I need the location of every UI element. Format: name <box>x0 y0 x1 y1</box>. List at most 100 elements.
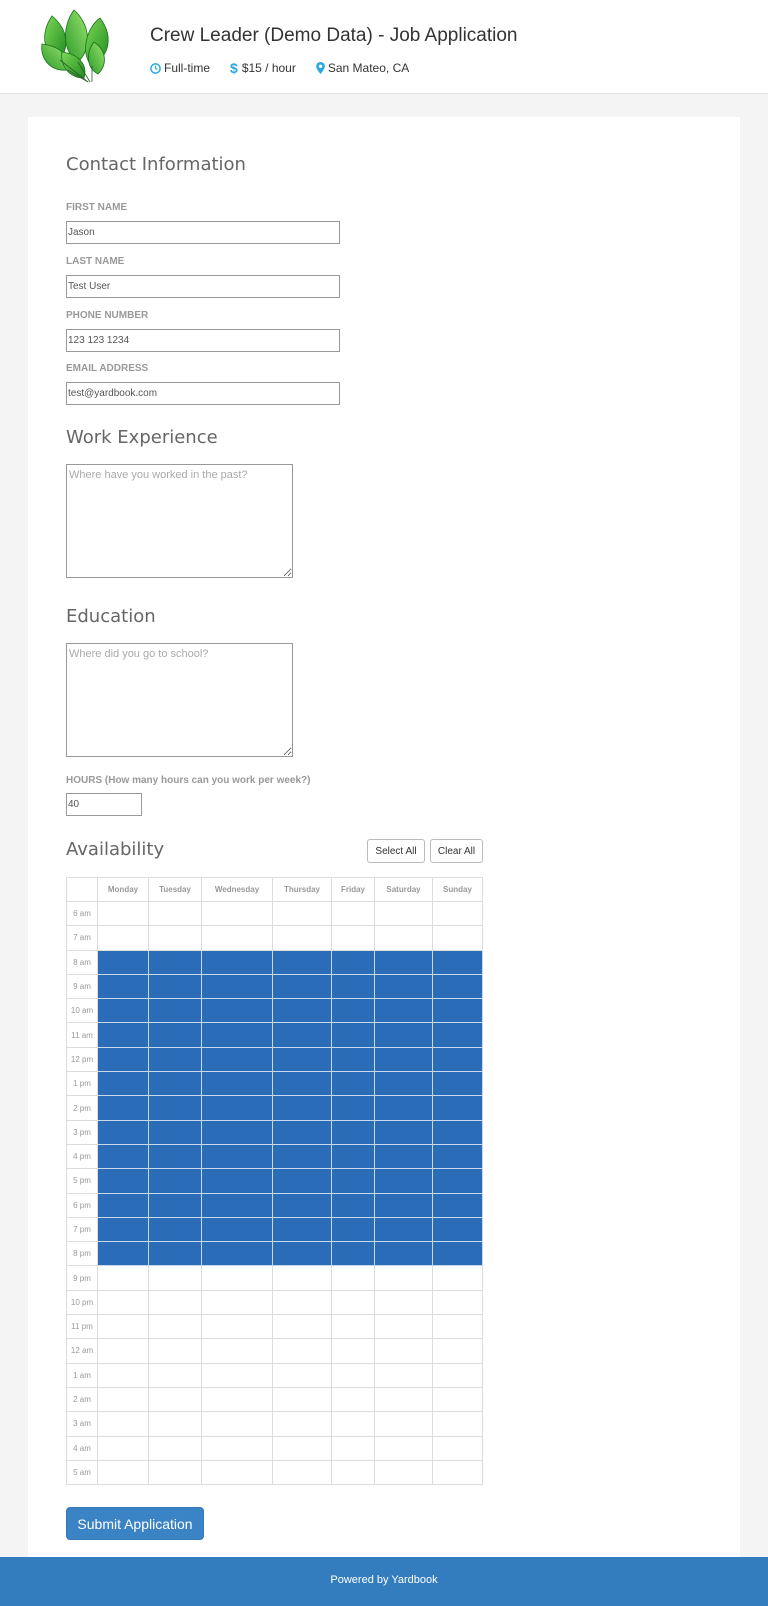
availability-slot-wednesday[interactable] <box>201 1143 273 1170</box>
availability-slot-saturday[interactable] <box>374 949 433 975</box>
availability-slot-saturday[interactable] <box>374 1362 433 1388</box>
availability-slot-tuesday[interactable] <box>148 1192 202 1218</box>
phone-input[interactable] <box>66 329 340 352</box>
availability-slot-sunday[interactable] <box>432 1022 483 1048</box>
availability-slot-sunday[interactable] <box>432 1289 483 1316</box>
availability-slot-thursday[interactable] <box>272 1168 332 1194</box>
availability-slot-tuesday[interactable] <box>148 1459 202 1486</box>
availability-slot-friday[interactable] <box>331 1265 375 1291</box>
availability-slot-sunday[interactable] <box>432 973 483 1000</box>
availability-slot-saturday[interactable] <box>374 1168 433 1194</box>
availability-slot-wednesday[interactable] <box>201 925 273 951</box>
availability-slot-sunday[interactable] <box>432 1168 483 1194</box>
availability-slot-sunday[interactable] <box>432 1095 483 1121</box>
availability-slot-friday[interactable] <box>331 1192 375 1218</box>
first-name-input[interactable] <box>66 221 340 244</box>
availability-slot-friday[interactable] <box>331 1362 375 1388</box>
availability-slot-wednesday[interactable] <box>201 1192 273 1218</box>
availability-slot-tuesday[interactable] <box>148 1168 202 1194</box>
availability-slot-tuesday[interactable] <box>148 1314 202 1340</box>
availability-slot-thursday[interactable] <box>272 1241 332 1267</box>
availability-slot-wednesday[interactable] <box>201 1338 273 1364</box>
availability-slot-wednesday[interactable] <box>201 1459 273 1486</box>
availability-slot-thursday[interactable] <box>272 1314 332 1340</box>
availability-slot-monday[interactable] <box>97 1362 149 1388</box>
availability-slot-tuesday[interactable] <box>148 1046 202 1073</box>
availability-slot-tuesday[interactable] <box>148 949 202 975</box>
availability-slot-tuesday[interactable] <box>148 1143 202 1170</box>
availability-slot-wednesday[interactable] <box>201 1095 273 1121</box>
availability-slot-saturday[interactable] <box>374 1338 433 1364</box>
availability-slot-wednesday[interactable] <box>201 1046 273 1073</box>
availability-slot-sunday[interactable] <box>432 1046 483 1073</box>
availability-slot-thursday[interactable] <box>272 1046 332 1073</box>
availability-slot-friday[interactable] <box>331 1241 375 1267</box>
availability-slot-sunday[interactable] <box>432 1192 483 1218</box>
availability-slot-friday[interactable] <box>331 1386 375 1413</box>
availability-slot-sunday[interactable] <box>432 1411 483 1437</box>
availability-slot-friday[interactable] <box>331 925 375 951</box>
availability-slot-monday[interactable] <box>97 1046 149 1073</box>
availability-slot-friday[interactable] <box>331 1143 375 1170</box>
work-experience-textarea[interactable] <box>66 464 293 578</box>
availability-slot-monday[interactable] <box>97 1192 149 1218</box>
availability-slot-tuesday[interactable] <box>148 1216 202 1243</box>
availability-slot-thursday[interactable] <box>272 1265 332 1291</box>
availability-slot-tuesday[interactable] <box>148 1119 202 1145</box>
availability-slot-saturday[interactable] <box>374 1386 433 1413</box>
availability-slot-thursday[interactable] <box>272 1192 332 1218</box>
availability-slot-sunday[interactable] <box>432 1314 483 1340</box>
availability-slot-tuesday[interactable] <box>148 925 202 951</box>
availability-slot-wednesday[interactable] <box>201 1265 273 1291</box>
availability-slot-thursday[interactable] <box>272 1459 332 1486</box>
availability-slot-tuesday[interactable] <box>148 1241 202 1267</box>
availability-slot-wednesday[interactable] <box>201 1216 273 1243</box>
availability-slot-thursday[interactable] <box>272 1289 332 1316</box>
availability-slot-thursday[interactable] <box>272 1022 332 1048</box>
availability-slot-thursday[interactable] <box>272 925 332 951</box>
availability-slot-thursday[interactable] <box>272 949 332 975</box>
availability-slot-tuesday[interactable] <box>148 1338 202 1364</box>
availability-slot-wednesday[interactable] <box>201 1168 273 1194</box>
availability-slot-tuesday[interactable] <box>148 973 202 1000</box>
availability-slot-monday[interactable] <box>97 1022 149 1048</box>
availability-slot-saturday[interactable] <box>374 1411 433 1437</box>
availability-slot-monday[interactable] <box>97 1435 149 1461</box>
availability-slot-thursday[interactable] <box>272 1435 332 1461</box>
availability-slot-saturday[interactable] <box>374 1192 433 1218</box>
last-name-input[interactable] <box>66 275 340 298</box>
availability-slot-monday[interactable] <box>97 1459 149 1486</box>
clear-all-button[interactable]: Clear All <box>430 839 483 863</box>
availability-slot-wednesday[interactable] <box>201 1022 273 1048</box>
availability-slot-wednesday[interactable] <box>201 973 273 1000</box>
availability-slot-monday[interactable] <box>97 1314 149 1340</box>
availability-slot-thursday[interactable] <box>272 973 332 1000</box>
availability-slot-thursday[interactable] <box>272 1411 332 1437</box>
availability-slot-friday[interactable] <box>331 900 375 927</box>
availability-slot-tuesday[interactable] <box>148 1435 202 1461</box>
availability-slot-monday[interactable] <box>97 998 149 1024</box>
availability-slot-friday[interactable] <box>331 1338 375 1364</box>
availability-slot-thursday[interactable] <box>272 1386 332 1413</box>
availability-slot-sunday[interactable] <box>432 949 483 975</box>
availability-slot-monday[interactable] <box>97 1071 149 1097</box>
availability-slot-sunday[interactable] <box>432 1143 483 1170</box>
availability-slot-wednesday[interactable] <box>201 1071 273 1097</box>
availability-slot-saturday[interactable] <box>374 1143 433 1170</box>
availability-slot-saturday[interactable] <box>374 1095 433 1121</box>
availability-slot-sunday[interactable] <box>432 1338 483 1364</box>
availability-slot-tuesday[interactable] <box>148 1265 202 1291</box>
availability-slot-wednesday[interactable] <box>201 1411 273 1437</box>
availability-slot-saturday[interactable] <box>374 973 433 1000</box>
availability-slot-saturday[interactable] <box>374 1435 433 1461</box>
availability-slot-saturday[interactable] <box>374 925 433 951</box>
availability-slot-friday[interactable] <box>331 1168 375 1194</box>
availability-slot-wednesday[interactable] <box>201 1386 273 1413</box>
availability-slot-thursday[interactable] <box>272 1338 332 1364</box>
availability-slot-sunday[interactable] <box>432 900 483 927</box>
availability-slot-thursday[interactable] <box>272 998 332 1024</box>
availability-slot-monday[interactable] <box>97 1168 149 1194</box>
availability-slot-friday[interactable] <box>331 1314 375 1340</box>
availability-slot-monday[interactable] <box>97 1265 149 1291</box>
availability-slot-friday[interactable] <box>331 1459 375 1486</box>
